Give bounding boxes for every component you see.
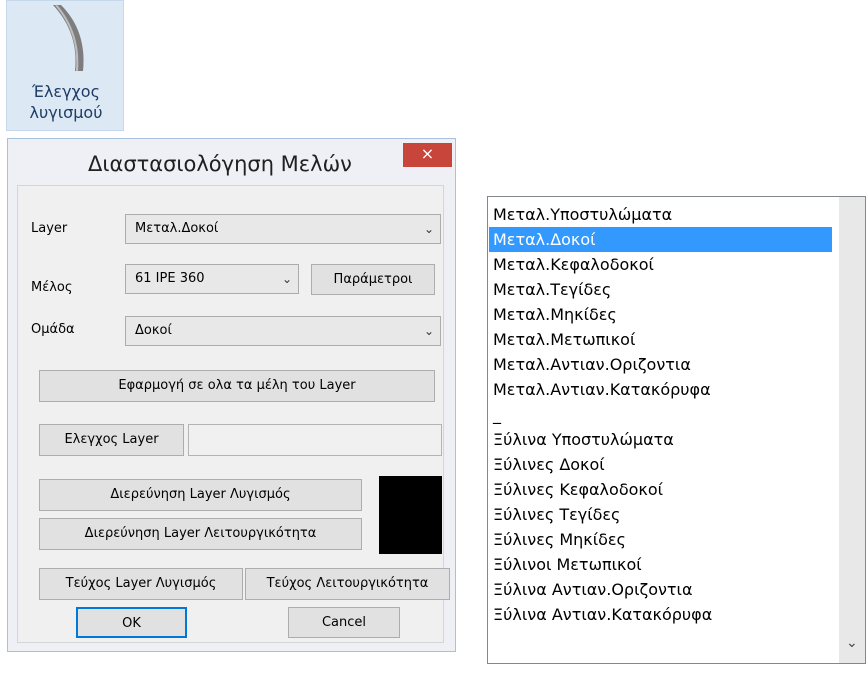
list-item[interactable]: Μεταλ.Αντιαν.Οριζοντια [489, 352, 832, 377]
list-item[interactable]: Μεταλ.Μετωπικοί [489, 327, 832, 352]
buckling-beam-icon [53, 4, 84, 72]
list-item[interactable]: Μεταλ.Μηκίδες [489, 302, 832, 327]
layer-dropdown[interactable]: Μεταλ.Δοκοί ⌄ [125, 214, 441, 244]
list-item-selected[interactable]: Μεταλ.Δοκοί [489, 227, 832, 252]
list-item[interactable]: Ξύλινοι Μετωπικοί [489, 552, 832, 577]
parameters-button[interactable]: Παράμετροι [311, 264, 435, 295]
investigate-serviceability-button[interactable]: Διερεύνηση Layer Λειτουργικότητα [39, 518, 362, 550]
check-layer-button[interactable]: Ελεγχος Layer [39, 424, 184, 456]
apply-to-all-button[interactable]: Εφαρμογή σε ολα τα μέλη του Layer [39, 370, 435, 402]
list-item[interactable]: Ξύλινες Δοκοί [489, 452, 832, 477]
buckling-check-ribbon-button[interactable]: Έλεγχος λυγισμού [6, 0, 124, 131]
booklet-buckling-button[interactable]: Τεύχος Layer Λυγισμός [39, 568, 243, 600]
member-label: Μέλος [31, 280, 73, 295]
cancel-button[interactable]: Cancel [288, 607, 400, 638]
dialog-body: Layer Μεταλ.Δοκοί ⌄ Μέλος 61 IPE 360 ⌄ Π… [17, 185, 450, 643]
booklet-serviceability-button[interactable]: Τεύχος Λειτουργικότητα [245, 568, 450, 600]
color-swatch[interactable] [379, 476, 442, 554]
layer-label: Layer [31, 221, 68, 236]
list-item[interactable]: Μεταλ.Κεφαλοδοκοί [489, 252, 832, 277]
investigate-buckling-button[interactable]: Διερεύνηση Layer Λυγισμός [39, 479, 362, 511]
check-layer-input[interactable] [188, 424, 442, 456]
chevron-down-icon[interactable]: ⌄ [846, 635, 858, 651]
vertical-scrollbar[interactable]: ⌄ [839, 197, 865, 663]
group-label: Ομάδα [31, 322, 75, 337]
list-item[interactable]: _ [489, 402, 832, 427]
chevron-down-icon: ⌄ [423, 324, 434, 338]
list-item[interactable]: Μεταλ.Υποστυλώματα [489, 202, 832, 227]
list-item[interactable]: Ξύλινες Κεφαλοδοκοί [489, 477, 832, 502]
ok-button[interactable]: OK [76, 607, 187, 638]
close-button[interactable]: × [403, 143, 452, 167]
list-item[interactable]: Ξύλινα Αντιαν.Κατακόρυφα [489, 602, 832, 627]
list-item[interactable]: Ξύλινα Υποστυλώματα [489, 427, 832, 452]
ribbon-label: Έλεγχος λυγισμού [7, 81, 125, 123]
list-item[interactable]: Μεταλ.Αντιαν.Κατακόρυφα [489, 377, 832, 402]
dialog-titlebar: Διαστασιολόγηση Μελών [8, 139, 457, 185]
list-item[interactable]: Ξύλινες Τεγίδες [489, 502, 832, 527]
chevron-down-icon: ⌄ [423, 222, 434, 236]
chevron-down-icon: ⌄ [281, 272, 292, 286]
group-dropdown-value: Δοκοί [135, 323, 172, 338]
dialog-title: Διαστασιολόγηση Μελών [88, 152, 352, 176]
list-item[interactable]: Ξύλινα Αντιαν.Οριζοντια [489, 577, 832, 602]
ribbon-label-line2: λυγισμού [29, 103, 103, 122]
layer-dropdown-value: Μεταλ.Δοκοί [135, 221, 219, 236]
list-item[interactable]: Μεταλ.Τεγίδες [489, 277, 832, 302]
member-design-dialog: Διαστασιολόγηση Μελών × Layer Μεταλ.Δοκο… [7, 138, 456, 652]
layer-listbox[interactable]: Μεταλ.Υποστυλώματα Μεταλ.Δοκοί Μεταλ.Κεφ… [487, 196, 866, 664]
member-dropdown[interactable]: 61 IPE 360 ⌄ [125, 264, 299, 294]
close-icon: × [420, 144, 435, 163]
list-item[interactable]: Ξύλινες Μηκίδες [489, 527, 832, 552]
member-dropdown-value: 61 IPE 360 [135, 271, 205, 286]
group-dropdown[interactable]: Δοκοί ⌄ [125, 316, 441, 346]
ribbon-label-line1: Έλεγχος [32, 82, 100, 101]
